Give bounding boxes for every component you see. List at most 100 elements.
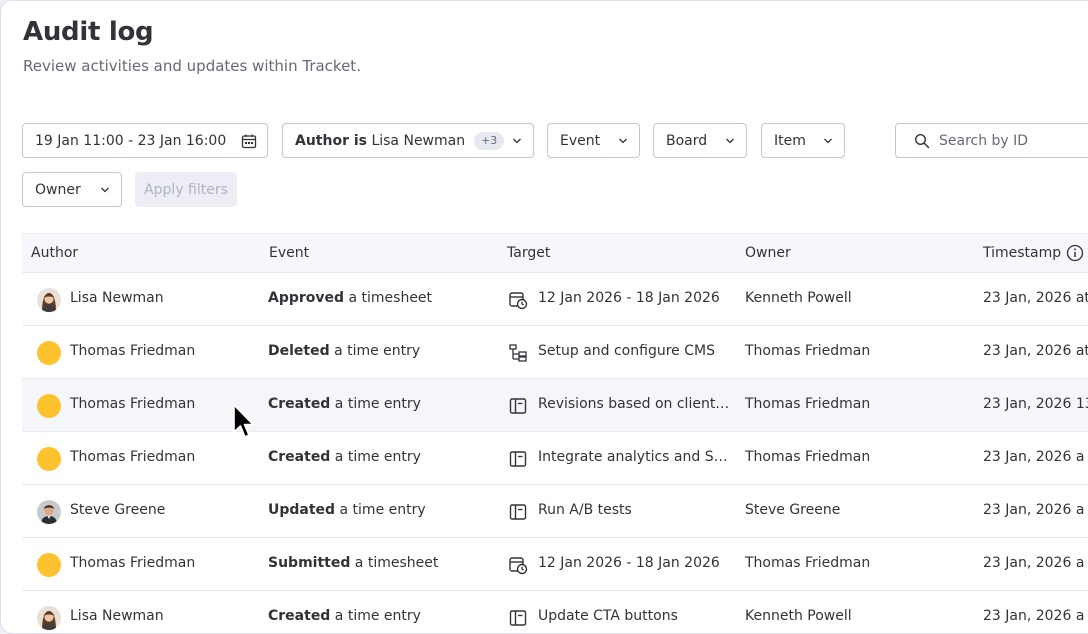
target-link[interactable]: Run A/B tests xyxy=(538,502,632,518)
avatar xyxy=(37,394,61,418)
avatar xyxy=(37,500,61,524)
avatar xyxy=(37,288,61,312)
author-name: Thomas Friedman xyxy=(70,449,196,465)
author-filter-dropdown[interactable]: Author is Lisa Newman +3 xyxy=(282,123,534,158)
column-header-timestamp[interactable]: Timestamp xyxy=(983,245,1061,261)
owner-name: Thomas Friedman xyxy=(745,343,871,359)
timesheet-icon xyxy=(509,292,528,310)
event-object: a time entry xyxy=(330,396,421,412)
event-action: Created xyxy=(268,449,331,465)
column-header-owner[interactable]: Owner xyxy=(745,245,791,261)
event-description: Updated a time entry xyxy=(268,502,426,518)
item-icon xyxy=(509,504,527,520)
owner-name: Thomas Friedman xyxy=(745,396,871,412)
author-filter-value: Lisa Newman xyxy=(371,132,466,149)
author-filter-prefix: Author is xyxy=(295,132,367,149)
author-name: Thomas Friedman xyxy=(70,555,196,571)
author-extra-count-badge: +3 xyxy=(474,131,505,150)
event-object: a time entry xyxy=(329,343,421,359)
event-filter-label: Event xyxy=(560,132,601,149)
event-description: Created a time entry xyxy=(268,449,421,465)
event-filter-dropdown[interactable]: Event xyxy=(547,123,640,158)
timestamp: 23 Jan, 2026 at xyxy=(983,343,1088,359)
timestamp: 23 Jan, 2026 13 xyxy=(983,396,1088,412)
avatar xyxy=(37,341,61,365)
board-filter-label: Board xyxy=(666,132,708,149)
target-link[interactable]: 12 Jan 2026 - 18 Jan 2026 xyxy=(538,290,720,306)
avatar xyxy=(37,447,61,471)
search-icon xyxy=(914,133,930,149)
event-description: Created a time entry xyxy=(268,396,421,412)
column-header-author[interactable]: Author xyxy=(31,245,78,261)
subitems-icon xyxy=(509,344,527,362)
event-action: Created xyxy=(268,396,331,412)
chevron-down-icon xyxy=(824,138,832,144)
table-row[interactable]: Thomas Friedman Submitted a timesheet 12 J… xyxy=(22,538,1088,591)
audit-log-panel: Audit log Review activities and updates … xyxy=(0,0,1088,634)
table-row[interactable]: Lisa Newman Approved a timesheet 12 Jan 20… xyxy=(22,273,1088,326)
mouse-cursor-icon xyxy=(233,404,254,438)
event-object: a timesheet xyxy=(350,555,439,571)
timestamp: 23 Jan, 2026 at xyxy=(983,290,1088,306)
event-description: Deleted a time entry xyxy=(268,343,420,359)
owner-filter-dropdown[interactable]: Owner xyxy=(22,172,122,207)
table-row[interactable]: Lisa Newman Created a time entry Update CT… xyxy=(22,591,1088,633)
author-name: Lisa Newman xyxy=(70,290,164,306)
event-action: Created xyxy=(268,608,331,624)
event-description: Submitted a timesheet xyxy=(268,555,438,571)
item-icon xyxy=(509,451,527,467)
table-row[interactable]: Steve Greene Updated a time entry Run A/B … xyxy=(22,485,1088,538)
author-name: Steve Greene xyxy=(70,502,166,518)
calendar-icon xyxy=(241,134,257,149)
event-description: Created a time entry xyxy=(268,608,421,624)
item-icon xyxy=(509,610,527,626)
audit-table: Author Event Target Owner Timestamp Lisa… xyxy=(22,233,1088,633)
chevron-down-icon xyxy=(101,187,109,193)
timestamp: 23 Jan, 2026 a xyxy=(983,502,1085,518)
timestamp: 23 Jan, 2026 a xyxy=(983,555,1085,571)
author-name: Thomas Friedman xyxy=(70,343,196,359)
table-row[interactable]: Thomas Friedman Deleted a time entry Setup… xyxy=(22,326,1088,379)
target-link[interactable]: Revisions based on client… xyxy=(538,396,729,412)
owner-name: Kenneth Powell xyxy=(745,290,852,306)
table-row[interactable]: Thomas Friedman Created a time entry Integ… xyxy=(22,432,1088,485)
owner-filter-label: Owner xyxy=(35,181,81,198)
target-link[interactable]: Integrate analytics and SE… xyxy=(538,449,734,465)
timestamp: 23 Jan, 2026 a xyxy=(983,608,1085,624)
author-name: Thomas Friedman xyxy=(70,396,196,412)
owner-name: Kenneth Powell xyxy=(745,608,852,624)
event-action: Submitted xyxy=(268,555,351,571)
search-input[interactable] xyxy=(939,131,1088,151)
page-subtitle: Review activities and updates within Tra… xyxy=(23,57,361,75)
avatar xyxy=(37,553,61,577)
table-body: Lisa Newman Approved a timesheet 12 Jan 20… xyxy=(22,273,1088,633)
search-box[interactable] xyxy=(895,123,1088,158)
table-row[interactable]: Thomas Friedman Created a time entry Revis… xyxy=(22,379,1088,432)
chevron-down-icon xyxy=(726,138,734,144)
event-action: Updated xyxy=(268,502,336,518)
event-description: Approved a timesheet xyxy=(268,290,432,306)
date-range-value: 19 Jan 11:00 - 23 Jan 16:00 xyxy=(35,132,227,149)
timesheet-icon xyxy=(509,557,528,575)
target-link[interactable]: Update CTA buttons xyxy=(538,608,678,624)
item-filter-dropdown[interactable]: Item xyxy=(761,123,845,158)
owner-name: Steve Greene xyxy=(745,502,841,518)
apply-filters-button[interactable]: Apply filters xyxy=(135,172,237,207)
author-name: Lisa Newman xyxy=(70,608,164,624)
timestamp: 23 Jan, 2026 a xyxy=(983,449,1085,465)
target-link[interactable]: Setup and configure CMS xyxy=(538,343,715,359)
owner-name: Thomas Friedman xyxy=(745,555,871,571)
owner-name: Thomas Friedman xyxy=(745,449,871,465)
info-icon[interactable] xyxy=(1066,244,1084,262)
event-object: a timesheet xyxy=(344,290,433,306)
item-filter-label: Item xyxy=(774,132,806,149)
page-title: Audit log xyxy=(23,17,154,47)
date-range-picker[interactable]: 19 Jan 11:00 - 23 Jan 16:00 xyxy=(22,123,268,158)
board-filter-dropdown[interactable]: Board xyxy=(653,123,747,158)
target-link[interactable]: 12 Jan 2026 - 18 Jan 2026 xyxy=(538,555,720,571)
event-object: a time entry xyxy=(330,608,421,624)
table-header: Author Event Target Owner Timestamp xyxy=(22,233,1088,273)
column-header-target[interactable]: Target xyxy=(507,245,550,261)
column-header-event[interactable]: Event xyxy=(269,245,309,261)
chevron-down-icon xyxy=(619,138,627,144)
